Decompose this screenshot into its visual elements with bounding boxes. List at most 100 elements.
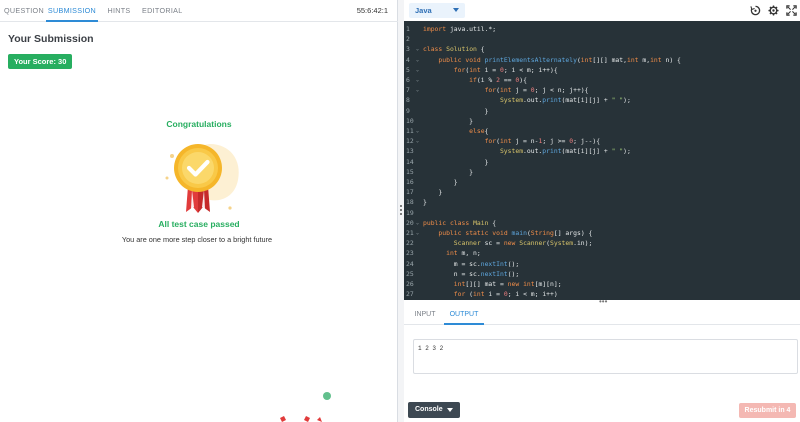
fold-chevron-icon[interactable]: ⌄ xyxy=(416,85,419,95)
line-number: 16 xyxy=(406,178,414,186)
timer: 55:6:42:1 xyxy=(356,6,388,15)
fullscreen-icon[interactable] xyxy=(786,5,797,16)
code-text: Scanner sc = new Scanner(System.in); xyxy=(453,239,593,248)
congrats-heading: Congratulations xyxy=(166,119,232,129)
tests-passed-text: All test case passed xyxy=(158,219,240,229)
tab-editorial[interactable]: EDITORIAL xyxy=(142,0,182,22)
fold-chevron-icon[interactable]: ⌄ xyxy=(416,126,419,136)
code-text: public void printElementsAlternately(int… xyxy=(438,55,681,64)
reset-icon[interactable] xyxy=(750,5,761,16)
line-number: 22 xyxy=(406,239,414,248)
code-line: 24 m = sc.nextInt(); xyxy=(404,259,800,269)
chevron-down-icon xyxy=(447,408,453,412)
tagline-text: You are one more step closer to a bright… xyxy=(121,235,273,244)
code-line: 23 int m, n; xyxy=(404,248,800,258)
code-text: } xyxy=(423,106,489,115)
line-number: 24 xyxy=(406,259,414,268)
code-editor[interactable]: 1 import java.util.*; 2 3 ⌄ class Solution {4… xyxy=(404,21,800,300)
gear-icon[interactable] xyxy=(768,5,779,16)
code-line: 6 ⌄ if(i % 2 == 0){ xyxy=(404,75,800,85)
medal-check-icon xyxy=(165,144,239,213)
problem-tabs: QUESTION SUBMISSION HINTS EDITORIAL 55:6… xyxy=(0,0,398,22)
tab-input[interactable]: INPUT xyxy=(412,305,438,325)
code-line: 15 } xyxy=(404,167,800,177)
console-button[interactable]: Console xyxy=(408,402,460,418)
score-badge: Your Score: 30 xyxy=(8,54,73,69)
code-text: class Solution { xyxy=(423,45,485,54)
code-text: int m, n; xyxy=(446,249,481,258)
language-select[interactable]: Java xyxy=(409,3,465,18)
code-text: int[][] mat = new int[m][n]; xyxy=(453,280,562,288)
language-label: Java xyxy=(415,6,432,15)
tab-question[interactable]: QUESTION xyxy=(4,0,44,22)
code-line: 3 ⌄ class Solution { xyxy=(404,44,800,54)
line-number: 17 xyxy=(406,188,414,197)
editor-pane: Java 1 import java.util.*; 2 3 ⌄ class Soluti… xyxy=(404,0,800,422)
io-tabs: INPUT OUTPUT xyxy=(404,305,800,325)
tab-hints[interactable]: HINTS xyxy=(106,0,132,22)
fold-chevron-icon[interactable]: ⌄ xyxy=(416,136,419,146)
line-number: 13 xyxy=(406,147,414,156)
vertical-resize-handle-icon[interactable]: ••• xyxy=(599,298,607,306)
code-text: public class Main { xyxy=(423,218,497,227)
chevron-down-icon xyxy=(453,8,459,12)
tab-output[interactable]: OUTPUT xyxy=(444,305,484,325)
code-line: 12 ⌄ for(int j = n-1; j >= 0; j--){ xyxy=(404,136,800,146)
code-line: 22 Scanner sc = new Scanner(System.in); xyxy=(404,238,800,248)
code-line: 17 } xyxy=(404,187,800,197)
line-number: 8 xyxy=(406,96,410,105)
line-number: 15 xyxy=(406,167,414,176)
code-line: 20 ⌄ public class Main { xyxy=(404,218,800,228)
code-line: 16 } xyxy=(404,177,800,187)
code-line: 4 ⌄ public void printElementsAlternately(… xyxy=(404,55,800,65)
code-text: public static void main(String[] args) { xyxy=(438,229,593,237)
code-line: 21 ⌄ public static void main(String[] arg… xyxy=(404,228,800,238)
line-number: 14 xyxy=(406,157,414,166)
code-text: } xyxy=(423,167,474,176)
code-text: } xyxy=(423,116,474,125)
fold-chevron-icon[interactable]: ⌄ xyxy=(416,218,419,228)
line-number: 18 xyxy=(406,198,414,207)
line-number: 9 xyxy=(406,106,410,115)
code-text: n = sc.nextInt(); xyxy=(423,269,520,278)
fold-chevron-icon[interactable]: ⌄ xyxy=(416,228,419,238)
tab-submission[interactable]: SUBMISSION xyxy=(46,0,98,22)
code-line: 9 } xyxy=(404,106,800,116)
code-text: for(int i = 0; i < m; i++){ xyxy=(453,65,558,74)
code-text: System.out.print(mat[i][j] + " "); xyxy=(499,96,631,105)
code-text: } xyxy=(423,188,443,197)
output-textarea[interactable]: 1 2 3 2 xyxy=(413,339,798,374)
code-line: 18} xyxy=(404,197,800,207)
resubmit-button[interactable]: Resubmit in 4 xyxy=(739,403,796,418)
code-line: 19 xyxy=(404,208,800,218)
code-line: 5 ⌄ for(int i = 0; i < m; i++){ xyxy=(404,65,800,75)
code-line: 2 xyxy=(404,34,800,44)
code-line: 13 System.out.print(mat[i][j] + " "); xyxy=(404,146,800,156)
code-line: 11 ⌄ else{ xyxy=(404,126,800,136)
submission-title: Your Submission xyxy=(8,33,94,45)
fold-chevron-icon[interactable]: ⌄ xyxy=(416,44,419,54)
line-number: 19 xyxy=(406,208,414,217)
console-label: Console xyxy=(415,406,443,413)
fold-chevron-icon[interactable]: ⌄ xyxy=(416,55,419,65)
fold-chevron-icon[interactable]: ⌄ xyxy=(416,65,419,75)
splitter-handle-icon[interactable] xyxy=(400,205,403,217)
problem-pane: QUESTION SUBMISSION HINTS EDITORIAL 55:6… xyxy=(0,0,398,422)
code-text: import java.util.*; xyxy=(423,25,497,33)
code-text: } xyxy=(423,198,427,207)
code-line: 14 } xyxy=(404,157,800,167)
line-number: 23 xyxy=(406,249,414,258)
code-line: 10 } xyxy=(404,116,800,126)
line-number: 1 xyxy=(406,25,410,33)
line-number: 25 xyxy=(406,269,414,278)
code-line: 1 import java.util.*; xyxy=(404,24,800,34)
code-text: if(i % 2 == 0){ xyxy=(469,76,527,84)
line-number: 26 xyxy=(406,280,414,288)
code-text: } xyxy=(423,178,458,186)
code-line: 25 n = sc.nextInt(); xyxy=(404,269,800,279)
line-number: 2 xyxy=(406,35,410,44)
fold-chevron-icon[interactable]: ⌄ xyxy=(416,75,419,85)
code-line: 8 System.out.print(mat[i][j] + " "); xyxy=(404,95,800,105)
code-line: 7 ⌄ for(int j = 0; j < n; j++){ xyxy=(404,85,800,95)
code-text: for(int j = n-1; j >= 0; j--){ xyxy=(484,137,601,146)
